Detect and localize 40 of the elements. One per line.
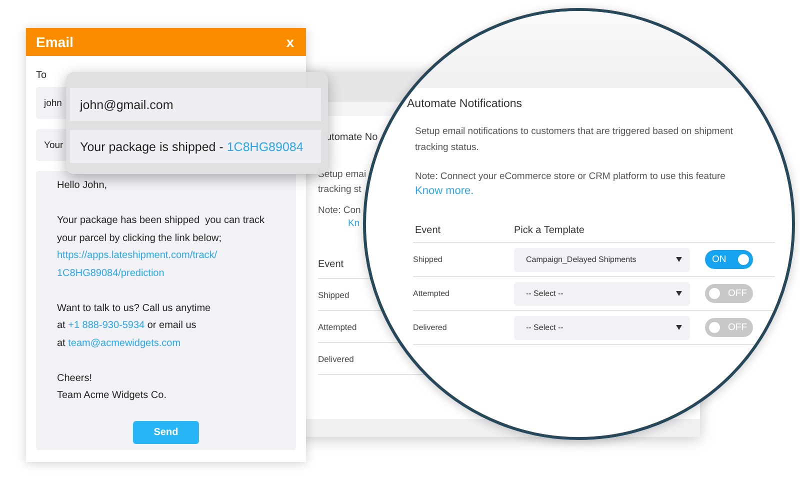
template-select[interactable]: Campaign_Delayed Shipments [514,248,690,272]
message-paragraph: Your package has been shipped you can track your parcel by clicking the link below; [57,214,265,246]
to-field[interactable]: john@gmail.com [70,88,321,121]
close-button[interactable]: x [286,34,294,50]
know-more-link[interactable]: Know more. [415,185,474,197]
caret-icon [676,257,682,262]
send-button[interactable]: Send [133,421,199,444]
event-cell-text: Shipped [413,255,444,264]
message-field[interactable] [36,171,296,450]
event-cell: Attempted [318,322,357,332]
to-label: To [36,70,47,81]
tracking-link[interactable]: https://apps.lateshipment.com/track/ [57,247,218,264]
subject-field[interactable]: Your package is shipped - 1C8HG89084 [70,130,321,163]
panel-title: utomate No [326,132,378,143]
column-header: Pick a Template [514,225,586,236]
tracking-link[interactable]: 1C8HG89084/prediction [57,264,164,282]
description-text: Setup emai tracking st [318,168,366,197]
know-more-link[interactable]: Kn [348,218,360,229]
event-cell: Shipped [318,290,350,300]
description-text: Setup email notifications to customers that are triggered based on shipment tracking status. [415,125,733,155]
template-select[interactable]: -- Select -- [514,316,690,340]
column-header: Event [318,259,344,272]
contact-link[interactable]: team@acmewidgets.com [68,338,181,348]
window-title: Email [36,34,74,50]
caret-icon [676,325,682,330]
note-text: Note: Connect your eCommerce store or CRM platform to use this feature [415,170,726,184]
message-paragraph: Hello John, [57,179,108,193]
tracking-code: 1C8HG89084 [226,140,304,154]
panel-title: Automate Notifications [407,98,522,110]
message-paragraph: Want to talk to us? Call us anytime at +1 888-930-5934 or email us at team@acmewidgets.com [57,302,211,350]
caret-icon [676,291,682,296]
event-cell-text: Attempted [413,289,450,298]
note-text: Note: Con [318,204,361,218]
template-select[interactable]: -- Select -- [514,282,690,306]
contact-link[interactable]: +1 888-930-5934 [68,320,145,331]
event-cell-text: Delivered [413,323,448,332]
event-cell: Delivered [318,354,354,364]
message-paragraph: Cheers! Team Acme Widgets Co. [57,372,166,403]
toggle-switch[interactable]: ON [705,250,753,269]
column-header: Event [415,225,442,236]
